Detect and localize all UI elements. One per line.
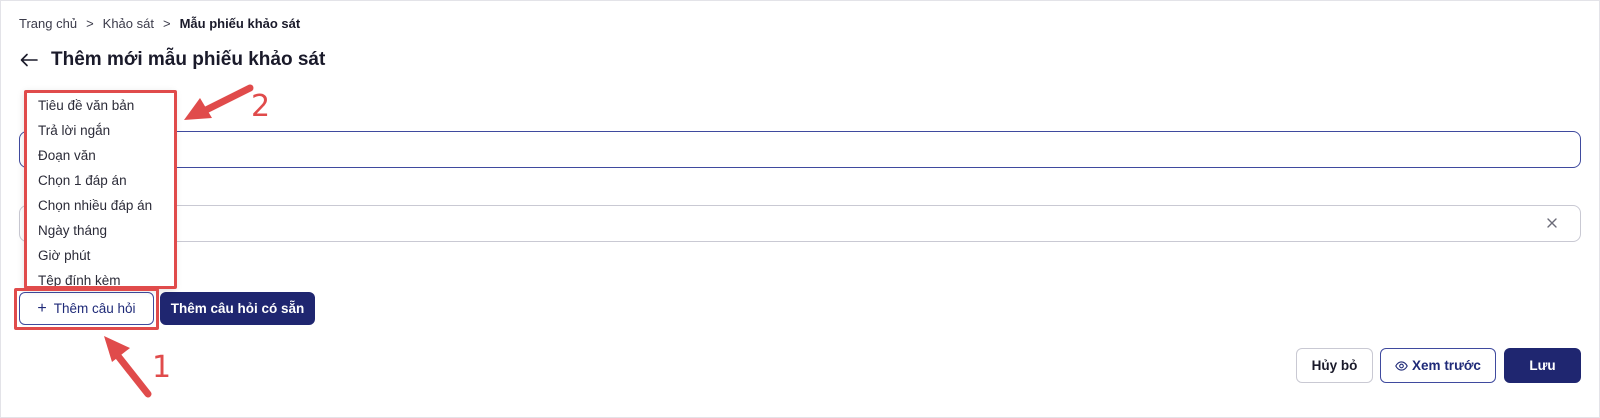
eye-icon bbox=[1395, 360, 1408, 371]
breadcrumb-survey[interactable]: Khảo sát bbox=[103, 16, 154, 31]
arrow-left-icon[interactable] bbox=[19, 50, 39, 70]
breadcrumb: Trang chủ > Khảo sát > Mẫu phiếu khảo sá… bbox=[19, 16, 300, 31]
page-title: Thêm mới mẫu phiếu khảo sát bbox=[51, 49, 326, 70]
cancel-label: Hủy bỏ bbox=[1311, 358, 1358, 373]
menu-item-single-choice[interactable]: Chọn 1 đáp án bbox=[24, 168, 175, 193]
add-question-label: Thêm câu hỏi bbox=[53, 301, 136, 316]
question-type-menu: Tiêu đề văn bản Trả lời ngắn Đoạn văn Ch… bbox=[24, 90, 175, 289]
menu-item-date[interactable]: Ngày tháng bbox=[24, 218, 175, 243]
menu-item-multiple-choice[interactable]: Chọn nhiều đáp án bbox=[24, 193, 175, 218]
menu-item-short-answer[interactable]: Trả lời ngắn bbox=[24, 118, 175, 143]
menu-item-attachment[interactable]: Tệp đính kèm bbox=[24, 268, 175, 293]
annotation-step-2: 2 bbox=[251, 89, 271, 124]
breadcrumb-home[interactable]: Trang chủ bbox=[19, 16, 77, 31]
add-existing-question-button[interactable]: Thêm câu hỏi có sẵn bbox=[160, 292, 315, 325]
add-question-button[interactable]: + Thêm câu hỏi bbox=[19, 292, 154, 325]
add-existing-question-label: Thêm câu hỏi có sẵn bbox=[170, 301, 305, 316]
preview-button[interactable]: Xem trước bbox=[1380, 348, 1496, 383]
close-icon[interactable] bbox=[1544, 215, 1560, 231]
breadcrumb-separator: > bbox=[162, 16, 171, 31]
breadcrumb-current: Mẫu phiếu khảo sát bbox=[179, 16, 301, 31]
save-button[interactable]: Lưu bbox=[1504, 348, 1581, 383]
plus-icon: + bbox=[37, 299, 47, 317]
survey-select-field[interactable] bbox=[19, 205, 1581, 242]
save-label: Lưu bbox=[1529, 358, 1556, 373]
preview-label: Xem trước bbox=[1412, 358, 1481, 373]
page-header: Thêm mới mẫu phiếu khảo sát bbox=[19, 49, 325, 71]
menu-item-paragraph[interactable]: Đoạn văn bbox=[24, 143, 175, 168]
menu-item-time[interactable]: Giờ phút bbox=[24, 243, 175, 268]
menu-item-text-title[interactable]: Tiêu đề văn bản bbox=[24, 93, 175, 118]
breadcrumb-separator: > bbox=[86, 16, 94, 31]
survey-title-input[interactable] bbox=[19, 131, 1581, 168]
cancel-button[interactable]: Hủy bỏ bbox=[1296, 348, 1373, 383]
annotation-step-1: 1 bbox=[152, 350, 172, 385]
